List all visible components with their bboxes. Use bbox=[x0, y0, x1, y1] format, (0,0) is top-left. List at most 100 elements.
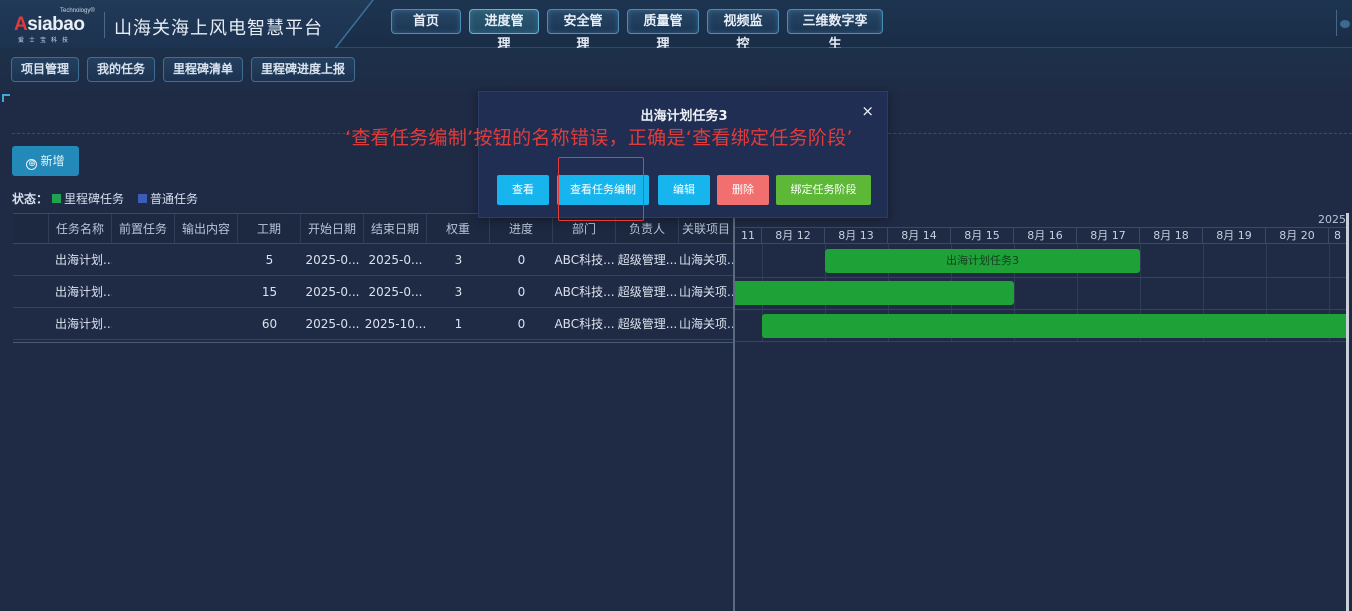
row-cell-output bbox=[175, 244, 238, 275]
error-highlight-box bbox=[558, 157, 644, 221]
gantt-day: 8月 14 bbox=[888, 228, 951, 243]
edit-button[interactable]: 编辑 bbox=[658, 175, 710, 205]
gantt-row-divider bbox=[735, 277, 1346, 278]
add-circle-icon: ⊕ bbox=[26, 159, 38, 170]
row-cell-department: ABC科技... bbox=[554, 317, 615, 331]
gantt-task-bar[interactable]: 出海计划任务3 bbox=[825, 249, 1140, 273]
col-header-task-name: 任务名称 bbox=[49, 214, 112, 243]
row-cell-department: ABC科技... bbox=[554, 285, 615, 299]
normal-legend-label: 普通任务 bbox=[150, 192, 199, 206]
row-cell-department: ABC科技... bbox=[554, 253, 615, 267]
gantt-day: 8月 15 bbox=[951, 228, 1014, 243]
table-row[interactable]: 出海计划... 60 2025-0... 2025-10... 1 0 ABC科… bbox=[13, 308, 734, 340]
row-cell-weight: 3 bbox=[454, 285, 463, 299]
row-cell-progress: 0 bbox=[517, 317, 526, 331]
col-header-progress: 进度 bbox=[490, 214, 553, 243]
task-action-modal: 出海计划任务3 × 查看 查看任务编制 编辑 删除 绑定任务阶段 bbox=[478, 91, 888, 218]
gantt-day: 8月 12 bbox=[762, 228, 825, 243]
row-cell-owner: 超级管理... bbox=[617, 285, 678, 299]
row-cell-duration: 60 bbox=[261, 317, 278, 331]
col-header-weight: 权重 bbox=[427, 214, 490, 243]
row-cell-blank bbox=[13, 276, 49, 307]
row-cell-start-date: 2025-0... bbox=[305, 317, 360, 331]
logo-sub-text: 爱士宝科技 bbox=[18, 37, 74, 44]
row-cell-end-date: 2025-0... bbox=[368, 285, 423, 299]
col-header-predecessor: 前置任务 bbox=[112, 214, 175, 243]
close-icon[interactable]: × bbox=[861, 102, 874, 120]
panel-corner-decoration bbox=[2, 94, 10, 102]
row-cell-project: 山海关项... bbox=[679, 253, 734, 267]
gantt-day: 8月 18 bbox=[1140, 228, 1203, 243]
gantt-day: 8月 20 bbox=[1266, 228, 1329, 243]
logo-main-text: Asiabao bbox=[14, 14, 85, 35]
error-annotation: ‘查看任务编制’按钮的名称错误，正确是‘查看绑定任务阶段’ bbox=[345, 127, 853, 149]
gantt-day: 8月 17 bbox=[1077, 228, 1140, 243]
status-legend: 状态： 里程碑任务 普通任务 bbox=[12, 190, 198, 207]
row-cell-output bbox=[175, 308, 238, 339]
col-header-end-date: 结束日期 bbox=[364, 214, 427, 243]
subnav-project-management[interactable]: 项目管理 bbox=[11, 57, 80, 82]
row-cell-duration: 15 bbox=[261, 285, 278, 299]
bind-task-stage-button[interactable]: 绑定任务阶段 bbox=[776, 175, 871, 205]
table-row[interactable]: 出海计划... 5 2025-0... 2025-0... 3 0 ABC科技.… bbox=[13, 244, 734, 276]
subnav-milestone-list[interactable]: 里程碑清单 bbox=[163, 57, 244, 82]
subnav-my-tasks[interactable]: 我的任务 bbox=[87, 57, 156, 82]
row-cell-weight: 1 bbox=[454, 317, 463, 331]
status-label: 状态： bbox=[12, 192, 49, 206]
row-cell-predecessor bbox=[112, 308, 175, 339]
subnav-milestone-report[interactable]: 里程碑进度上报 bbox=[251, 57, 356, 82]
brand-divider bbox=[104, 12, 105, 38]
gantt-day: 8 bbox=[1334, 229, 1341, 242]
col-header-start-date: 开始日期 bbox=[301, 214, 364, 243]
row-cell-task-name: 出海计划... bbox=[55, 285, 112, 299]
nav-video[interactable]: 视频监控 bbox=[707, 9, 779, 52]
gantt-day: 8月 16 bbox=[1014, 228, 1077, 243]
row-cell-weight: 3 bbox=[454, 253, 463, 267]
row-cell-task-name: 出海计划... bbox=[55, 317, 112, 331]
col-header-duration: 工期 bbox=[238, 214, 301, 243]
row-cell-end-date: 2025-0... bbox=[368, 253, 423, 267]
nav-home[interactable]: 首页 bbox=[391, 9, 461, 34]
col-header-blank bbox=[13, 214, 49, 243]
row-cell-output bbox=[175, 276, 238, 307]
gantt-task-bar[interactable] bbox=[735, 281, 1014, 305]
view-button[interactable]: 查看 bbox=[497, 175, 549, 205]
sub-nav: 项目管理 我的任务 里程碑清单 里程碑进度上报 bbox=[11, 57, 356, 82]
row-cell-start-date: 2025-0... bbox=[305, 253, 360, 267]
gantt-splitter[interactable] bbox=[733, 213, 735, 611]
row-cell-owner: 超级管理... bbox=[617, 317, 678, 331]
row-cell-task-name: 出海计划... bbox=[55, 253, 112, 267]
gantt-task-bar[interactable] bbox=[762, 314, 1346, 338]
col-header-project: 关联项目 bbox=[679, 214, 734, 243]
gantt-row-divider bbox=[735, 309, 1346, 310]
user-menu-widget[interactable] bbox=[1336, 10, 1352, 36]
row-cell-owner: 超级管理... bbox=[617, 253, 678, 267]
table-bottom-border bbox=[13, 342, 735, 343]
row-cell-project: 山海关项... bbox=[679, 285, 734, 299]
row-cell-duration: 5 bbox=[265, 253, 274, 267]
milestone-swatch bbox=[52, 194, 62, 203]
row-cell-blank bbox=[13, 244, 49, 275]
platform-title: 山海关海上风电智慧平台 bbox=[114, 18, 323, 39]
gantt-scrollbar[interactable] bbox=[1346, 213, 1349, 611]
milestone-legend-label: 里程碑任务 bbox=[64, 192, 125, 206]
add-button-label: 新增 bbox=[40, 154, 65, 168]
gantt-day: 11 bbox=[735, 228, 762, 243]
add-button[interactable]: ⊕ 新增 bbox=[12, 146, 79, 176]
row-cell-predecessor bbox=[112, 244, 175, 275]
row-cell-blank bbox=[13, 308, 49, 339]
company-logo: Technology® Asiabao 爱士宝科技 bbox=[14, 8, 95, 44]
modal-title: 出海计划任务3 bbox=[640, 109, 728, 124]
row-cell-progress: 0 bbox=[517, 285, 526, 299]
task-table: 任务名称 前置任务 输出内容 工期 开始日期 结束日期 权重 进度 部门 负责人… bbox=[13, 213, 734, 340]
nav-quality[interactable]: 质量管理 bbox=[627, 9, 699, 52]
nav-digital-twin[interactable]: 三维数字孪生 bbox=[787, 9, 883, 52]
gantt-year-label: 2025 bbox=[1318, 213, 1346, 226]
nav-progress[interactable]: 进度管理 bbox=[469, 9, 539, 52]
row-cell-end-date: 2025-10... bbox=[364, 317, 427, 331]
row-cell-progress: 0 bbox=[517, 253, 526, 267]
table-row[interactable]: 出海计划... 15 2025-0... 2025-0... 3 0 ABC科技… bbox=[13, 276, 734, 308]
normal-swatch bbox=[138, 194, 148, 203]
delete-button[interactable]: 删除 bbox=[717, 175, 769, 205]
nav-safety[interactable]: 安全管理 bbox=[547, 9, 619, 52]
